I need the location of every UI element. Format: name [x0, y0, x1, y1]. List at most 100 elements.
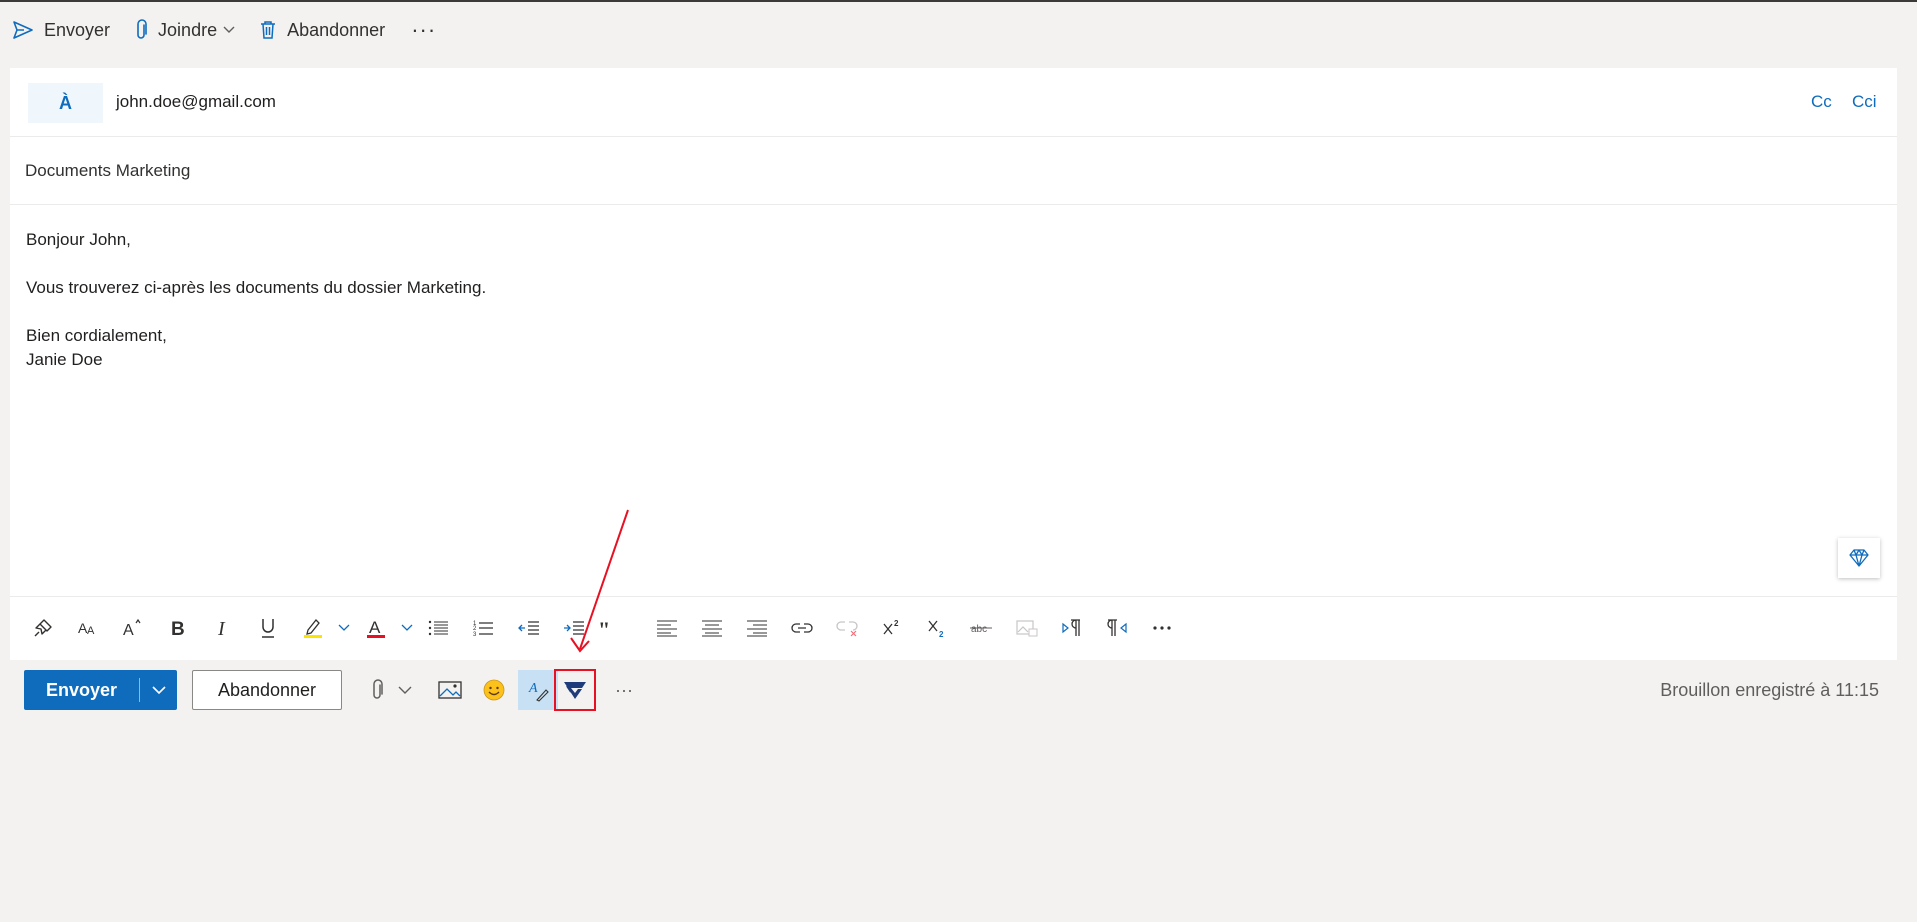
security-addin-button[interactable]	[554, 669, 596, 711]
svg-text:B: B	[171, 619, 185, 638]
attach-dropdown[interactable]	[392, 670, 418, 710]
more-options-button[interactable]: ···	[602, 670, 646, 710]
shield-logo-icon	[564, 682, 586, 699]
chevron-down-icon	[151, 685, 166, 694]
svg-text:": "	[598, 621, 610, 635]
grow-font-button[interactable]: A	[110, 606, 155, 650]
superscript-button[interactable]: 2	[869, 606, 914, 650]
bullets-icon	[428, 620, 448, 636]
font-size-button[interactable]: AA	[65, 606, 110, 650]
chevron-down-icon	[338, 624, 350, 631]
premium-button[interactable]	[1838, 538, 1880, 578]
discard-button[interactable]: Abandonner	[192, 670, 342, 710]
to-field[interactable]: john.doe@gmail.com	[116, 92, 276, 112]
increase-indent-button[interactable]	[551, 606, 596, 650]
quote-icon: "	[598, 621, 610, 635]
svg-text:A: A	[87, 625, 95, 637]
quote-button[interactable]: "	[596, 606, 614, 650]
decrease-indent-button[interactable]	[506, 606, 551, 650]
command-bar: Envoyer Joindre Abandonner ···	[0, 2, 1917, 58]
to-button-label: À	[59, 92, 72, 113]
send-options-dropdown[interactable]	[140, 685, 177, 695]
chevron-down-icon	[401, 624, 413, 631]
align-center-icon	[701, 620, 722, 637]
trash-icon	[261, 21, 276, 39]
numbering-button[interactable]: 123	[461, 606, 506, 650]
format-painter-button[interactable]	[20, 606, 65, 650]
action-bar: Envoyer Abandonner A ··· Brouillon enreg…	[10, 660, 1897, 720]
ltr-icon	[1061, 619, 1080, 636]
superscript-icon: 2	[882, 619, 899, 635]
svg-text:A: A	[123, 622, 134, 638]
align-left-button[interactable]	[644, 606, 689, 650]
attach-button[interactable]	[362, 670, 392, 710]
editor-pen-icon: A	[528, 681, 549, 702]
body-greeting: Bonjour John,	[26, 230, 131, 249]
decrease-indent-icon	[517, 621, 539, 635]
paperclip-icon	[373, 679, 383, 699]
to-button[interactable]: À	[28, 83, 103, 123]
more-icon: ···	[615, 679, 633, 700]
insert-picture-button[interactable]	[428, 670, 472, 710]
format-more-button[interactable]	[1139, 606, 1184, 650]
message-body[interactable]: Bonjour John, Vous trouverez ci-après le…	[26, 228, 1866, 372]
font-color-button[interactable]: A	[353, 606, 398, 650]
bullets-button[interactable]	[416, 606, 461, 650]
link-button[interactable]	[779, 606, 824, 650]
editor-button[interactable]: A	[518, 670, 558, 710]
send-icon	[13, 21, 33, 39]
subscript-button[interactable]: 2	[914, 606, 959, 650]
attach-command[interactable]: Joindre	[122, 10, 247, 50]
font-color-icon: A	[366, 618, 385, 638]
diamond-icon	[1849, 549, 1869, 567]
svg-text:A: A	[528, 681, 538, 696]
emoji-button[interactable]	[472, 670, 516, 710]
send-command[interactable]: Envoyer	[0, 10, 122, 50]
font-size-icon: AA	[78, 620, 95, 637]
more-icon	[1152, 626, 1171, 630]
format-divider	[10, 596, 1897, 597]
increase-indent-icon	[563, 621, 584, 635]
align-right-button[interactable]	[734, 606, 779, 650]
compose-card: À john.doe@gmail.com Cc Cci Documents Ma…	[10, 68, 1897, 720]
ltr-button[interactable]	[1049, 606, 1094, 650]
italic-button[interactable]: I	[200, 606, 245, 650]
subject-field[interactable]: Documents Marketing	[25, 161, 190, 181]
underline-icon	[261, 619, 274, 638]
highlight-button[interactable]	[290, 606, 335, 650]
send-button[interactable]: Envoyer	[24, 680, 139, 701]
bold-button[interactable]: B	[155, 606, 200, 650]
svg-text:abc: abc	[971, 624, 987, 635]
align-center-button[interactable]	[689, 606, 734, 650]
link-icon	[790, 623, 813, 633]
cc-button[interactable]: Cc	[1811, 92, 1832, 112]
attach-command-label: Joindre	[158, 19, 218, 40]
body-closing: Bien cordialement,	[26, 326, 167, 345]
body-signature: Janie Doe	[26, 350, 103, 369]
strikethrough-button[interactable]: abc	[959, 606, 1004, 650]
grow-font-icon: A	[123, 618, 140, 638]
rtl-button[interactable]	[1094, 606, 1139, 650]
rtl-icon	[1106, 619, 1127, 636]
bcc-button[interactable]: Cci	[1852, 92, 1877, 112]
unlink-icon	[835, 621, 858, 637]
unlink-button	[824, 606, 869, 650]
discard-command[interactable]: Abandonner	[247, 10, 397, 50]
picture-inline-button	[1004, 606, 1049, 650]
align-right-icon	[746, 620, 767, 637]
underline-button[interactable]	[245, 606, 290, 650]
subscript-icon: 2	[927, 620, 944, 638]
highlight-dropdown[interactable]	[335, 606, 353, 650]
to-row: À john.doe@gmail.com Cc Cci	[10, 68, 1897, 137]
align-left-icon	[656, 620, 677, 637]
chevron-down-icon	[398, 686, 412, 694]
send-command-label: Envoyer	[44, 19, 111, 40]
highlight-icon	[303, 619, 322, 638]
font-color-dropdown[interactable]	[398, 606, 416, 650]
numbering-icon: 123	[473, 621, 493, 637]
svg-text:A: A	[369, 618, 381, 637]
more-commands-button[interactable]: ···	[397, 10, 450, 50]
bold-icon: B	[171, 619, 185, 638]
svg-text:2: 2	[894, 619, 899, 628]
